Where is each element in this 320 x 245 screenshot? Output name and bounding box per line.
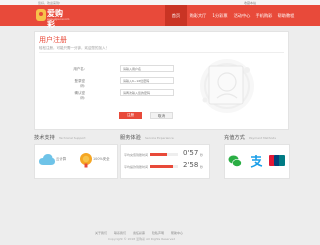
cancel-button[interactable]: 取消 bbox=[150, 112, 173, 119]
withdraw-time-label: 平均提款到账时间 bbox=[124, 165, 149, 169]
shield-icon bbox=[80, 153, 92, 168]
register-button[interactable]: 注册 bbox=[119, 112, 142, 119]
nav-item-home[interactable]: 首页 bbox=[165, 5, 187, 26]
nav-item-events[interactable]: 活动中心 bbox=[231, 5, 253, 26]
footer-link-help[interactable]: 帮助中心 bbox=[171, 231, 183, 235]
tech-support-title: 技术支持 bbox=[34, 135, 55, 141]
cloud-icon bbox=[39, 154, 55, 165]
service-box: 平均充值到账时间 0'57 秒 平均提款到账时间 2'58 秒 bbox=[120, 144, 210, 179]
nav-item-mobile[interactable]: 手机购彩 bbox=[253, 5, 275, 26]
footer-link-privacy[interactable]: 隐私声明 bbox=[152, 231, 164, 235]
register-illustration-icon bbox=[200, 59, 254, 113]
footer-link-about[interactable]: 关于我们 bbox=[95, 231, 107, 235]
nav-item-lottery[interactable]: 1分彩票 bbox=[209, 5, 231, 26]
site-logo[interactable]: 爱购彩 www.aigoucai.com bbox=[36, 9, 70, 29]
logo-subtext: www.aigoucai.com bbox=[47, 18, 70, 21]
wechat-pay-icon[interactable] bbox=[228, 154, 242, 168]
service-section: 服务体验 Service Experience 平均充值到账时间 0'57 秒 … bbox=[120, 134, 210, 224]
tech-support-subtitle: Technical Support bbox=[59, 136, 86, 140]
withdraw-time-bar bbox=[150, 165, 178, 168]
tech-support-section: 技术支持 Technical Support 云计算 100%安全 bbox=[34, 134, 118, 224]
footer-link-responsible[interactable]: 责任彩票 bbox=[133, 231, 145, 235]
password-row: 登录密码: bbox=[71, 77, 174, 88]
footer-links: 关于我们 联系我们 责任彩票 隐私声明 帮助中心 bbox=[92, 231, 186, 235]
register-panel: 用户注册 轻松注册，可能只需一分钟，欢迎您的加入！ 用户名: 登录密码: 确认密… bbox=[34, 31, 289, 130]
service-title: 服务体验 bbox=[120, 135, 141, 141]
nav-item-help[interactable]: 帮助教程 bbox=[275, 5, 297, 26]
register-description: 轻松注册，可能只需一分钟，欢迎您的加入！ bbox=[39, 46, 109, 50]
confirm-password-input[interactable] bbox=[120, 89, 174, 96]
cloud-label: 云计算 bbox=[56, 157, 67, 161]
logo-icon bbox=[36, 9, 46, 21]
site-header: 爱购彩 www.aigoucai.com 首页 购彩大厅 1分彩票 活动中心 手… bbox=[0, 5, 320, 29]
deposit-time-value: 0'57 bbox=[183, 149, 199, 157]
withdraw-time-fill bbox=[150, 165, 173, 168]
alipay-icon[interactable] bbox=[249, 154, 263, 168]
unionpay-icon[interactable] bbox=[269, 155, 285, 166]
register-title: 用户注册 bbox=[39, 36, 67, 44]
confirm-password-label: 确认密码: bbox=[74, 91, 86, 100]
username-input[interactable] bbox=[120, 65, 174, 72]
withdraw-time-value: 2'58 bbox=[183, 161, 199, 169]
deposit-time-fill bbox=[150, 153, 168, 156]
deposit-time-label: 平均充值到账时间 bbox=[124, 153, 149, 157]
security-label: 100%安全 bbox=[93, 157, 110, 161]
payment-section: 充值方式 Payment Methods bbox=[224, 134, 290, 224]
confirm-password-row: 确认密码: bbox=[71, 89, 174, 100]
payment-box bbox=[224, 144, 290, 179]
password-input[interactable] bbox=[120, 77, 174, 84]
deposit-time-bar bbox=[150, 153, 178, 156]
deposit-time-unit: 秒 bbox=[200, 153, 204, 157]
nav-item-lobby[interactable]: 购彩大厅 bbox=[187, 5, 209, 26]
username-label: 用户名: bbox=[73, 67, 85, 71]
tech-support-box: 云计算 100%安全 bbox=[34, 144, 118, 179]
payment-title: 充值方式 bbox=[224, 135, 245, 141]
service-subtitle: Service Experience bbox=[145, 136, 174, 140]
footer-link-contact[interactable]: 联系我们 bbox=[114, 231, 126, 235]
password-label: 登录密码: bbox=[74, 79, 86, 88]
username-row: 用户名: bbox=[71, 65, 174, 72]
copyright-text: Copyright © 2018 爱购彩 All Rights Reserved bbox=[108, 237, 176, 241]
withdraw-time-unit: 秒 bbox=[200, 165, 204, 169]
payment-subtitle: Payment Methods bbox=[249, 136, 276, 140]
